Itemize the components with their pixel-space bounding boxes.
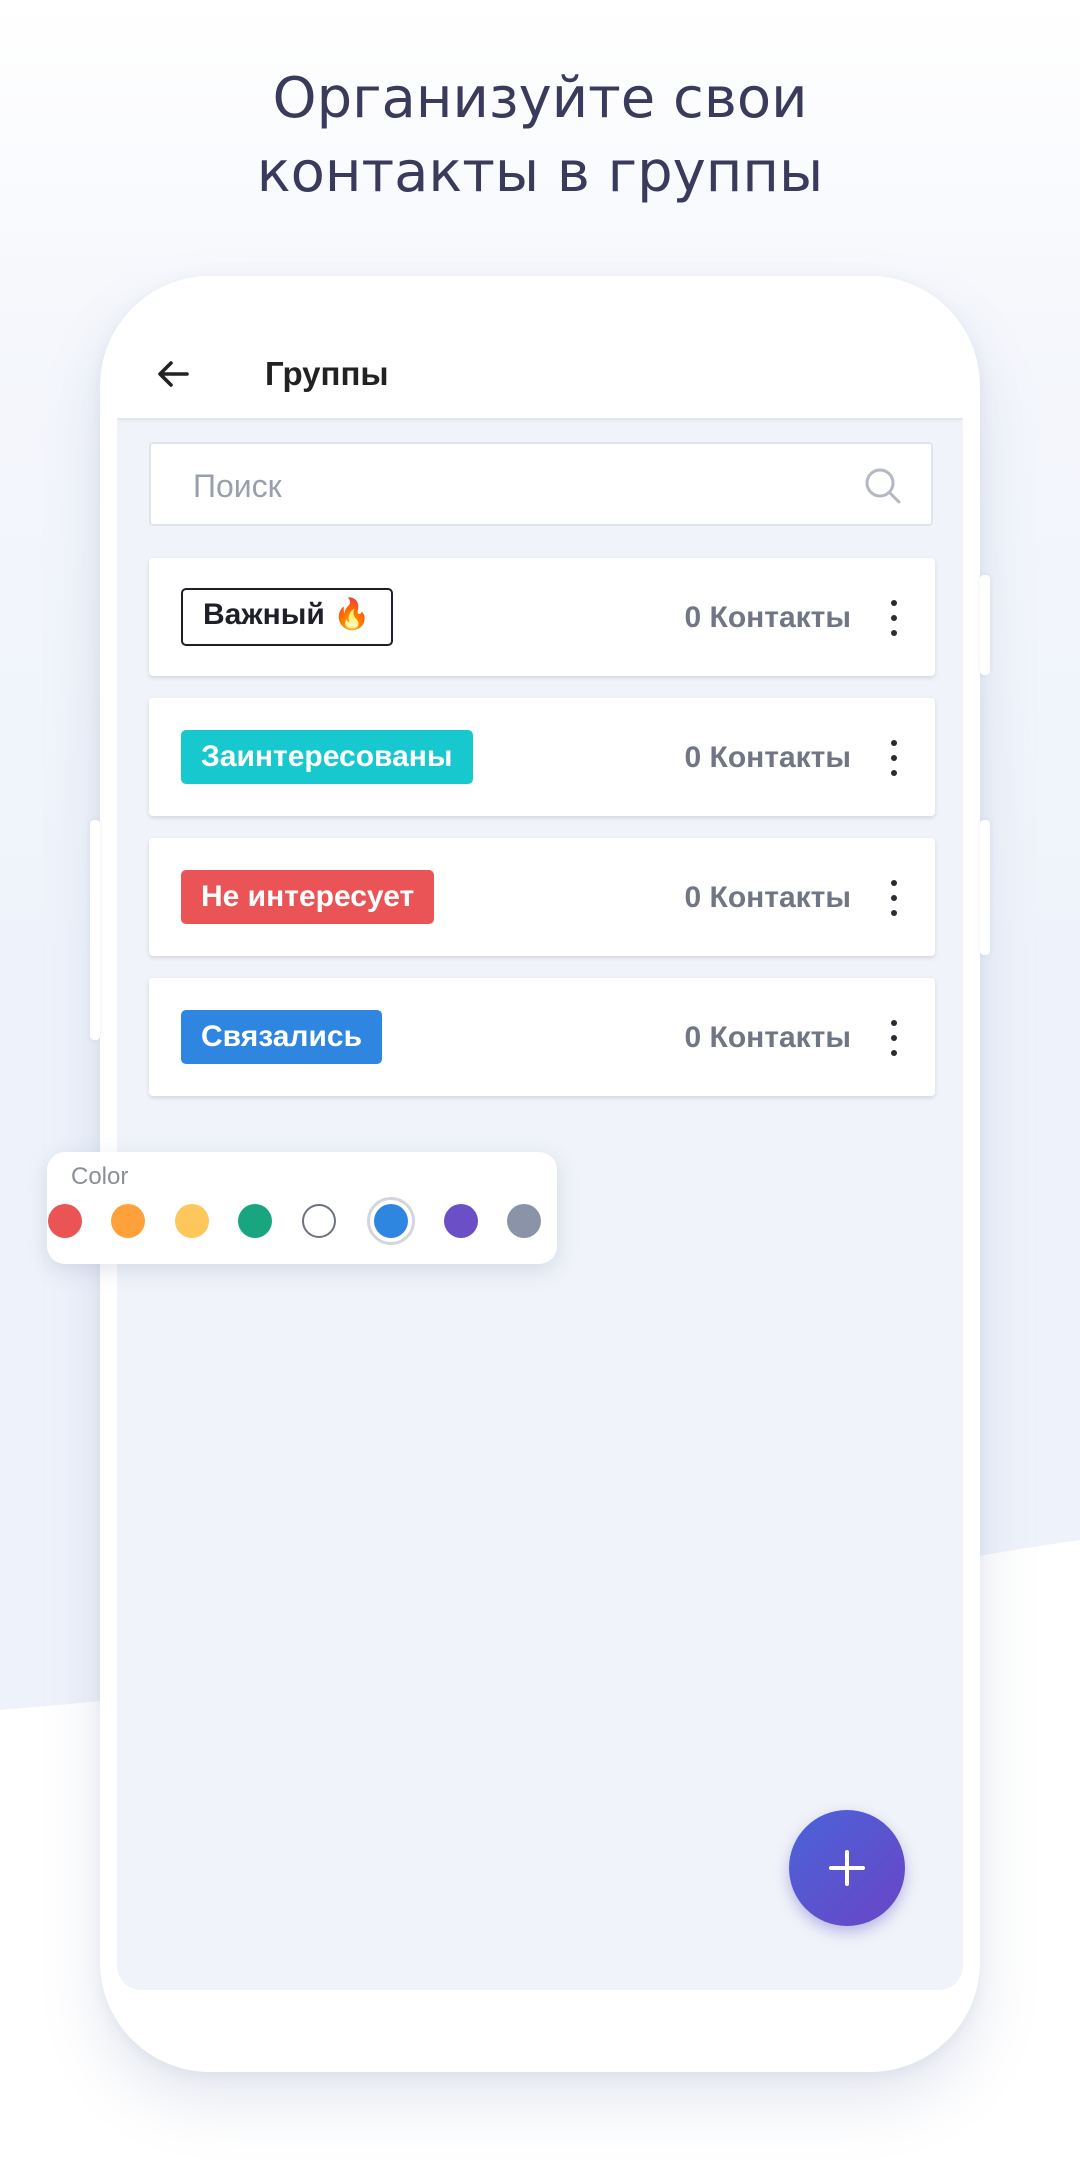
headline: Организуйте свои контакты в группы <box>0 62 1080 210</box>
color-swatch-yellow[interactable] <box>175 1204 209 1238</box>
group-contact-count: 0 Контакты <box>684 741 851 774</box>
group-tag: Заинтересованы <box>181 730 473 784</box>
search-icon[interactable] <box>863 466 903 506</box>
dot-icon <box>891 770 897 776</box>
color-swatch-red[interactable] <box>48 1204 82 1238</box>
arrow-left-icon <box>158 361 189 387</box>
headline-line-1: Организуйте свои <box>272 66 808 131</box>
more-options-button[interactable] <box>879 736 909 780</box>
page-title: Группы <box>265 355 389 392</box>
color-swatch-orange[interactable] <box>111 1204 145 1238</box>
dot-icon <box>891 615 897 621</box>
more-options-button[interactable] <box>879 1016 909 1060</box>
group-contact-count: 0 Контакты <box>684 881 851 914</box>
add-group-button[interactable] <box>789 1810 905 1926</box>
group-tag: Не интересует <box>181 870 435 924</box>
group-tag: Связались <box>181 1010 383 1064</box>
dot-icon <box>891 1035 897 1041</box>
dot-icon <box>891 740 897 746</box>
more-options-button[interactable] <box>879 596 909 640</box>
phone-side-button-left <box>90 820 100 1040</box>
group-row[interactable]: Не интересует 0 Контакты <box>149 838 935 956</box>
group-row[interactable]: Важный 🔥 0 Контакты <box>149 558 935 676</box>
color-swatch-gray[interactable] <box>507 1204 541 1238</box>
color-swatch-blue[interactable] <box>374 1204 408 1238</box>
dot-icon <box>891 630 897 636</box>
group-row[interactable]: Заинтересованы 0 Контакты <box>149 698 935 816</box>
dot-icon <box>891 1050 897 1056</box>
dot-icon <box>891 600 897 606</box>
dot-icon <box>891 755 897 761</box>
group-row[interactable]: Связались 0 Контакты <box>149 978 935 1096</box>
group-contact-count: 0 Контакты <box>684 601 851 634</box>
app-bar: Группы <box>117 330 963 418</box>
headline-line-2: контакты в группы <box>256 140 824 205</box>
color-swatch-green[interactable] <box>238 1204 272 1238</box>
color-swatch-white[interactable] <box>302 1204 336 1238</box>
color-picker-label: Color <box>71 1163 129 1190</box>
dot-icon <box>891 1020 897 1026</box>
phone-side-button-right-top <box>980 575 990 675</box>
group-tag: Важный 🔥 <box>181 588 393 646</box>
phone-side-button-right <box>980 820 990 955</box>
dot-icon <box>891 880 897 886</box>
color-swatch-purple[interactable] <box>444 1204 478 1238</box>
group-contact-count: 0 Контакты <box>684 1021 851 1054</box>
search-box <box>149 442 933 526</box>
back-button[interactable] <box>147 348 199 400</box>
dot-icon <box>891 895 897 901</box>
search-input[interactable] <box>191 460 855 512</box>
dot-icon <box>891 910 897 916</box>
plus-icon <box>829 1850 865 1886</box>
color-picker-popup: Color <box>47 1152 557 1264</box>
more-options-button[interactable] <box>879 876 909 920</box>
